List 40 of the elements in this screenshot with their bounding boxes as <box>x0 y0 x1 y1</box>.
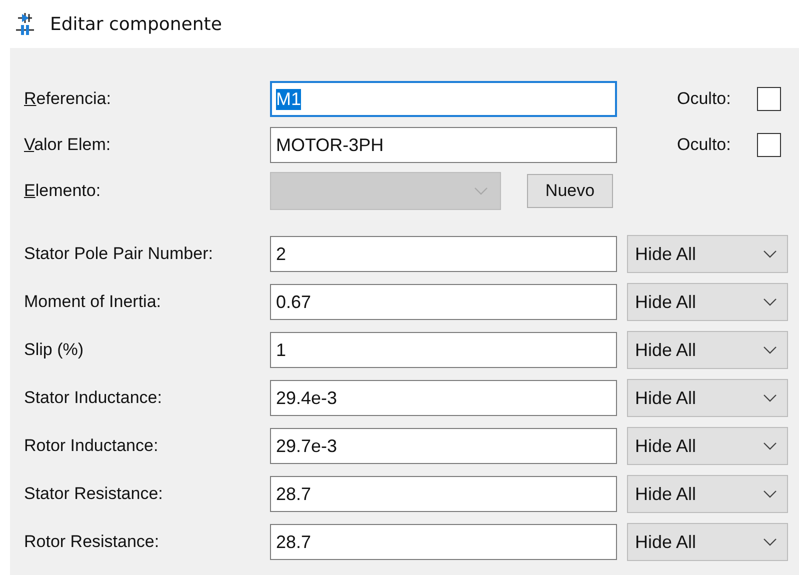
hidden-label: Oculto: <box>677 135 732 155</box>
chevron-down-icon <box>763 538 777 546</box>
parameter-field[interactable]: 28.7 <box>270 476 617 512</box>
component-icon <box>14 12 36 36</box>
parameter-label: Stator Resistance: <box>23 484 164 504</box>
parameter-field[interactable]: 28.7 <box>270 524 617 560</box>
parameter-label: Slip (%) <box>23 340 85 360</box>
parameter-label: Rotor Resistance: <box>23 532 160 552</box>
chevron-down-icon <box>474 187 488 195</box>
visibility-dropdown[interactable]: Hide All <box>627 475 788 513</box>
parameter-label: Moment of Inertia: <box>23 292 162 312</box>
chevron-down-icon <box>763 490 777 498</box>
window-title: Editar componente <box>50 14 222 34</box>
chevron-down-icon <box>763 442 777 450</box>
chevron-down-icon <box>763 250 777 258</box>
visibility-dropdown[interactable]: Hide All <box>627 331 788 369</box>
parameter-field[interactable]: 1 <box>270 332 617 368</box>
parameter-field[interactable]: 29.7e-3 <box>270 428 617 464</box>
parameter-field[interactable]: 29.4e-3 <box>270 380 617 416</box>
field-label: Elemento: <box>23 181 102 201</box>
parameter-field[interactable]: 2 <box>270 236 617 272</box>
chevron-down-icon <box>763 346 777 354</box>
field-label: Referencia: <box>23 89 112 109</box>
visibility-dropdown[interactable]: Hide All <box>627 283 788 321</box>
visibility-dropdown[interactable]: Hide All <box>627 523 788 561</box>
parameter-label: Stator Inductance: <box>23 388 163 408</box>
hidden-checkbox[interactable] <box>757 87 781 111</box>
parameter-label: Rotor Inductance: <box>23 436 160 456</box>
hidden-checkbox[interactable] <box>757 133 781 157</box>
chevron-down-icon <box>763 394 777 402</box>
parameter-label: Stator Pole Pair Number: <box>23 244 214 264</box>
visibility-dropdown[interactable]: Hide All <box>627 379 788 417</box>
text-field[interactable]: MOTOR-3PH <box>270 127 617 163</box>
visibility-dropdown[interactable]: Hide All <box>627 427 788 465</box>
parameter-field[interactable]: 0.67 <box>270 284 617 320</box>
hidden-label: Oculto: <box>677 89 732 109</box>
text-field[interactable]: M1 <box>270 81 617 117</box>
field-label: Valor Elem: <box>23 135 112 155</box>
chevron-down-icon <box>763 298 777 306</box>
visibility-dropdown[interactable]: Hide All <box>627 235 788 273</box>
